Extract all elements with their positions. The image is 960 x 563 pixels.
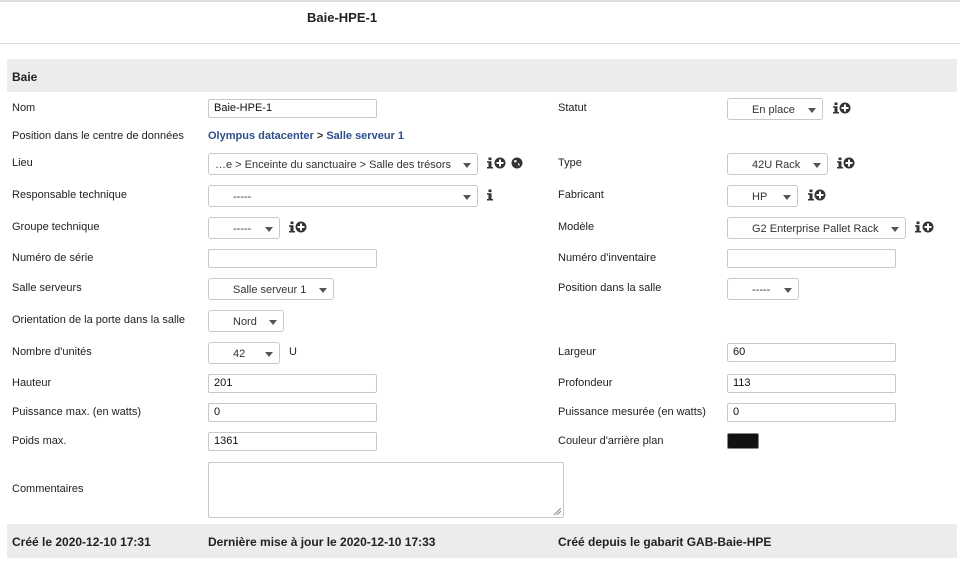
groupe-select[interactable]: ----- [208,217,280,239]
unites-select[interactable]: 42 [208,342,280,364]
type-select[interactable]: 42U Rack [727,153,828,175]
title-separator [0,43,960,44]
top-border [0,0,960,2]
commentaires-label: Commentaires [12,483,84,495]
lieu-value: …e > Enceinte du sanctuaire > Salle des … [215,159,452,171]
add-icon[interactable] [295,221,307,233]
color-picker-swatch[interactable] [727,433,759,449]
groupe-value: ----- [233,223,252,235]
section-header: Baie [7,59,957,92]
unites-label: Nombre d'unités [12,346,92,358]
hauteur-input[interactable]: 201 [208,374,377,393]
resize-grip-icon[interactable] [553,507,561,515]
nom-label: Nom [12,102,36,114]
chevron-down-icon [784,288,792,293]
add-icon[interactable] [843,157,855,169]
page-title: Baie-HPE-1 [307,10,378,25]
add-icon[interactable] [814,189,826,201]
profondeur-input[interactable]: 113 [727,374,896,393]
position-centre-label: Position dans le centre de données [12,130,184,142]
numero-serie-label: Numéro de série [12,252,94,264]
salle-value: Salle serveur 1 [233,284,307,296]
room-link[interactable]: Salle serveur 1 [326,130,404,142]
chevron-down-icon [813,163,821,168]
chevron-down-icon [265,227,273,232]
poids-max-label: Poids max. [12,435,67,447]
chevron-down-icon [265,352,273,357]
fabricant-label: Fabricant [558,189,604,201]
section-title: Baie [12,70,38,84]
position-salle-select[interactable]: ----- [727,278,799,300]
record-info-footer: Créé le 2020-12-10 17:31 Dernière mise à… [7,524,957,558]
chevron-down-icon [891,227,899,232]
modele-label: Modèle [558,221,595,233]
modele-value: G2 Enterprise Pallet Rack [752,223,879,235]
lieu-select[interactable]: …e > Enceinte du sanctuaire > Salle des … [208,153,478,175]
poids-max-input[interactable]: 1361 [208,432,377,451]
type-value: 42U Rack [752,159,801,171]
profondeur-label: Profondeur [558,377,613,389]
position-salle-value: ----- [752,284,771,296]
couleur-label: Couleur d'arrière plan [558,435,664,447]
chevron-down-icon [463,195,471,200]
largeur-input[interactable]: 60 [727,343,896,362]
type-label: Type [558,157,582,169]
salle-select[interactable]: Salle serveur 1 [208,278,334,300]
created-date: Créé le 2020-12-10 17:31 [12,535,151,549]
responsable-value: ----- [233,191,252,203]
add-icon[interactable] [494,157,506,169]
updated-date: Dernière mise à jour le 2020-12-10 17:33 [208,535,436,549]
lieu-label: Lieu [12,157,33,169]
chevron-down-icon [463,163,471,168]
puissance-mesuree-input[interactable]: 0 [727,403,896,422]
groupe-label: Groupe technique [12,221,100,233]
nom-input[interactable]: Baie-HPE-1 [208,99,377,118]
modele-select[interactable]: G2 Enterprise Pallet Rack [727,217,906,239]
fabricant-select[interactable]: HP [727,185,798,207]
position-salle-label: Position dans la salle [558,282,662,294]
chevron-down-icon [808,108,816,113]
datacenter-link[interactable]: Olympus datacenter [208,130,314,142]
commentaires-textarea[interactable] [208,462,564,518]
add-icon[interactable] [922,221,934,233]
puissance-max-input[interactable]: 0 [208,403,377,422]
hauteur-label: Hauteur [12,377,52,389]
numero-inventaire-label: Numéro d'inventaire [558,252,657,264]
unites-value: 42 [233,348,246,360]
info-icon[interactable] [484,189,496,201]
statut-select[interactable]: En place [727,98,823,120]
chevron-down-icon [269,320,277,325]
statut-label: Statut [558,102,587,114]
numero-serie-input[interactable] [208,249,377,268]
datacenter-breadcrumb: Olympus datacenter > Salle serveur 1 [208,130,404,142]
orientation-value: Nord [233,316,257,328]
add-icon[interactable] [839,102,851,114]
responsable-select[interactable]: ----- [208,185,478,207]
puissance-max-label: Puissance max. (en watts) [12,406,141,418]
orientation-select[interactable]: Nord [208,310,284,332]
statut-value: En place [752,104,795,116]
chevron-down-icon [783,195,791,200]
fabricant-value: HP [752,191,768,203]
puissance-mesuree-label: Puissance mesurée (en watts) [558,406,706,418]
breadcrumb-separator: > [316,130,324,142]
responsable-label: Responsable technique [12,189,127,201]
template-info: Créé depuis le gabarit GAB-Baie-HPE [558,535,772,549]
chevron-down-icon [319,288,327,293]
orientation-label: Orientation de la porte dans la salle [12,314,186,326]
unites-unit: U [289,346,297,358]
globe-icon[interactable] [511,157,523,169]
salle-label: Salle serveurs [12,282,82,294]
numero-inventaire-input[interactable] [727,249,896,268]
largeur-label: Largeur [558,346,596,358]
